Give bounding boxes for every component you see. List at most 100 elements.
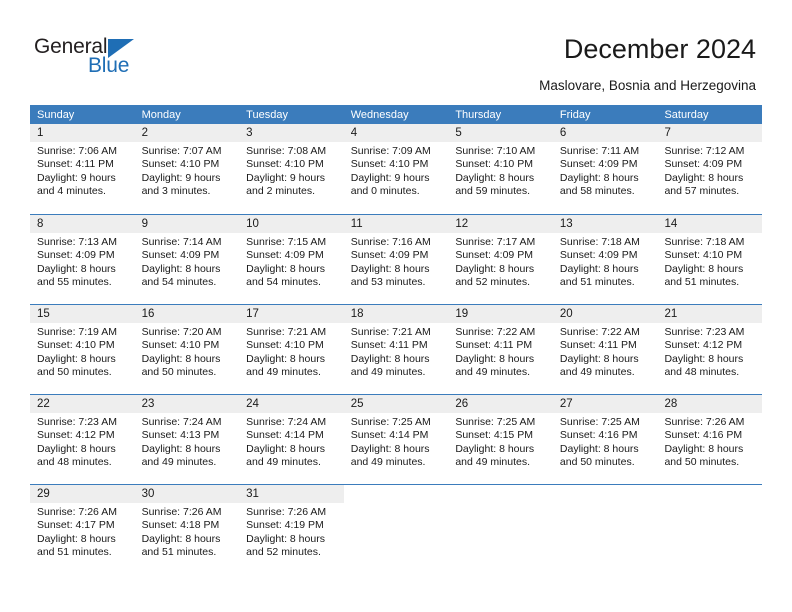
calendar-day-cell[interactable]: 10 Sunrise: 7:15 AM Sunset: 4:09 PM Dayligh… <box>239 215 344 304</box>
day-detail-line: and 55 minutes. <box>37 276 112 289</box>
calendar-day-cell[interactable]: 11 Sunrise: 7:16 AM Sunset: 4:09 PM Dayligh… <box>343 215 449 304</box>
day-details: Sunrise: 7:26 AM Sunset: 4:19 PM Daylight:… <box>239 503 344 560</box>
day-of-week-header-wednesday: Wednesday <box>350 109 409 121</box>
day-detail-line: Sunrise: 7:26 AM <box>37 506 117 518</box>
day-detail-line: and 53 minutes. <box>350 276 426 289</box>
day-of-week-header-sunday: Sunday <box>37 109 75 121</box>
calendar-day-cell[interactable]: 7 Sunrise: 7:12 AM Sunset: 4:09 PM Daylight… <box>657 124 763 214</box>
page-subtitle-location: Maslovare, Bosnia and Herzegovina <box>539 78 756 93</box>
day-number: 29 <box>30 485 135 503</box>
logo-text-blue: Blue <box>88 54 130 77</box>
day-detail-line: Sunset: 4:18 PM <box>141 519 220 532</box>
calendar-week-row: 29 Sunrise: 7:26 AM Sunset: 4:17 PM Dayligh… <box>30 484 763 574</box>
calendar-week-row: 15 Sunrise: 7:19 AM Sunset: 4:10 PM Dayligh… <box>30 304 763 394</box>
day-number: 19 <box>448 305 553 323</box>
day-detail-line: and 52 minutes. <box>246 546 321 559</box>
calendar-day-cell[interactable]: 28 Sunrise: 7:26 AM Sunset: 4:16 PM Dayligh… <box>657 395 763 484</box>
calendar-day-cell[interactable]: 8 Sunrise: 7:13 AM Sunset: 4:09 PM Daylight… <box>30 215 135 304</box>
day-detail-line: Sunset: 4:10 PM <box>664 249 743 262</box>
day-detail-line: Sunrise: 7:24 AM <box>246 416 327 428</box>
day-number: 7 <box>657 124 763 142</box>
day-details: Sunrise: 7:21 AM Sunset: 4:11 PM Daylight:… <box>344 323 449 380</box>
day-number: 8 <box>30 215 135 233</box>
calendar-day-cell[interactable]: 31 Sunrise: 7:26 AM Sunset: 4:19 PM Dayligh… <box>239 485 344 574</box>
day-detail-line: and 3 minutes. <box>141 185 211 198</box>
day-details <box>553 503 658 506</box>
day-number: 11 <box>343 215 449 233</box>
general-blue-logo: General Blue <box>34 36 214 84</box>
day-detail-line: Daylight: 8 hours <box>559 442 639 455</box>
day-number: 27 <box>552 395 658 413</box>
day-detail-line: and 4 minutes. <box>37 185 106 198</box>
day-number: 24 <box>239 395 344 413</box>
calendar-day-cell[interactable]: 20 Sunrise: 7:22 AM Sunset: 4:11 PM Dayligh… <box>552 305 658 394</box>
day-detail-line: and 51 minutes. <box>664 276 740 289</box>
day-number: 31 <box>239 485 344 503</box>
day-number: 17 <box>239 305 344 323</box>
day-detail-line: Sunrise: 7:26 AM <box>246 506 327 518</box>
page-header: General Blue December 2024 Maslovare, Bo… <box>0 0 792 100</box>
calendar-day-cell[interactable]: 26 Sunrise: 7:25 AM Sunset: 4:15 PM Dayligh… <box>448 395 553 484</box>
calendar-day-cell[interactable]: 25 Sunrise: 7:25 AM Sunset: 4:14 PM Dayligh… <box>343 395 449 484</box>
day-detail-line: and 59 minutes. <box>455 185 531 198</box>
calendar-day-cell[interactable]: 24 Sunrise: 7:24 AM Sunset: 4:14 PM Dayligh… <box>239 395 344 484</box>
day-detail-line: and 50 minutes. <box>664 456 740 469</box>
day-detail-line: Daylight: 8 hours <box>141 532 221 545</box>
calendar-day-cell[interactable]: 14 Sunrise: 7:18 AM Sunset: 4:10 PM Dayligh… <box>657 215 763 304</box>
day-number: 22 <box>30 395 135 413</box>
calendar-day-cell[interactable]: 12 Sunrise: 7:17 AM Sunset: 4:09 PM Dayligh… <box>448 215 553 304</box>
calendar-day-cell[interactable]: 30 Sunrise: 7:26 AM Sunset: 4:18 PM Dayligh… <box>134 485 240 574</box>
day-detail-line: Daylight: 8 hours <box>559 171 639 184</box>
day-detail-line: Daylight: 8 hours <box>664 171 744 184</box>
calendar-day-cell-empty <box>657 485 763 574</box>
calendar-day-cell[interactable]: 29 Sunrise: 7:26 AM Sunset: 4:17 PM Dayligh… <box>30 485 135 574</box>
day-details: Sunrise: 7:10 AM Sunset: 4:10 PM Daylight:… <box>448 142 553 199</box>
day-number: 16 <box>134 305 240 323</box>
calendar-day-cell[interactable]: 21 Sunrise: 7:23 AM Sunset: 4:12 PM Dayligh… <box>657 305 763 394</box>
calendar-day-cell[interactable]: 19 Sunrise: 7:22 AM Sunset: 4:11 PM Dayligh… <box>448 305 553 394</box>
day-detail-line: Daylight: 8 hours <box>246 262 325 275</box>
day-detail-line: Daylight: 8 hours <box>455 352 535 365</box>
day-detail-line: Sunrise: 7:26 AM <box>664 416 745 428</box>
calendar-day-cell[interactable]: 23 Sunrise: 7:24 AM Sunset: 4:13 PM Dayligh… <box>134 395 240 484</box>
day-detail-line: and 0 minutes. <box>350 185 420 198</box>
calendar-grid: Sunday Monday Tuesday Wednesday Thursday Frid… <box>30 105 763 574</box>
calendar-day-cell[interactable]: 16 Sunrise: 7:20 AM Sunset: 4:10 PM Dayligh… <box>134 305 240 394</box>
calendar-day-cell[interactable]: 22 Sunrise: 7:23 AM Sunset: 4:12 PM Dayligh… <box>30 395 135 484</box>
day-detail-line: and 51 minutes. <box>559 276 635 289</box>
day-detail-line: Sunset: 4:10 PM <box>141 339 220 352</box>
day-detail-line: Sunset: 4:10 PM <box>246 158 324 171</box>
day-detail-line: Daylight: 8 hours <box>246 442 325 455</box>
day-number: 20 <box>552 305 658 323</box>
calendar-day-cell[interactable]: 9 Sunrise: 7:14 AM Sunset: 4:09 PM Daylight… <box>134 215 240 304</box>
calendar-day-cell[interactable]: 4 Sunrise: 7:09 AM Sunset: 4:10 PM Daylight… <box>343 124 449 214</box>
day-number <box>657 485 762 503</box>
calendar-day-cell[interactable]: 6 Sunrise: 7:11 AM Sunset: 4:09 PM Daylight… <box>552 124 658 214</box>
day-detail-line: Daylight: 8 hours <box>455 171 535 184</box>
calendar-day-cell[interactable]: 5 Sunrise: 7:10 AM Sunset: 4:10 PM Daylight… <box>448 124 553 214</box>
day-detail-line: and 49 minutes. <box>141 456 217 469</box>
day-detail-line: and 50 minutes. <box>37 366 112 379</box>
day-number <box>448 485 553 503</box>
calendar-day-cell[interactable]: 17 Sunrise: 7:21 AM Sunset: 4:10 PM Dayligh… <box>239 305 344 394</box>
calendar-day-cell[interactable]: 2 Sunrise: 7:07 AM Sunset: 4:10 PM Daylight… <box>134 124 240 214</box>
day-number: 5 <box>448 124 553 142</box>
calendar-day-cell[interactable]: 13 Sunrise: 7:18 AM Sunset: 4:09 PM Dayligh… <box>552 215 658 304</box>
day-detail-line: Sunset: 4:09 PM <box>559 249 638 262</box>
calendar-day-cell[interactable]: 27 Sunrise: 7:25 AM Sunset: 4:16 PM Dayligh… <box>552 395 658 484</box>
day-detail-line: and 54 minutes. <box>141 276 217 289</box>
day-details: Sunrise: 7:21 AM Sunset: 4:10 PM Daylight:… <box>239 323 344 380</box>
day-details: Sunrise: 7:24 AM Sunset: 4:13 PM Daylight:… <box>135 413 240 470</box>
day-detail-line: Daylight: 9 hours <box>246 171 325 184</box>
day-detail-line: Daylight: 8 hours <box>559 352 639 365</box>
calendar-day-cell[interactable]: 1 Sunrise: 7:06 AM Sunset: 4:11 PM Daylight… <box>30 124 135 214</box>
day-detail-line: Sunset: 4:09 PM <box>455 249 533 262</box>
calendar-day-cell[interactable]: 15 Sunrise: 7:19 AM Sunset: 4:10 PM Dayligh… <box>30 305 135 394</box>
day-detail-line: Sunset: 4:14 PM <box>350 429 429 442</box>
calendar-page: General Blue December 2024 Maslovare, Bo… <box>0 0 792 612</box>
calendar-day-cell[interactable]: 3 Sunrise: 7:08 AM Sunset: 4:10 PM Daylight… <box>239 124 344 214</box>
day-detail-line: Sunrise: 7:10 AM <box>455 145 536 157</box>
calendar-day-cell[interactable]: 18 Sunrise: 7:21 AM Sunset: 4:11 PM Dayligh… <box>343 305 449 394</box>
day-details: Sunrise: 7:15 AM Sunset: 4:09 PM Daylight:… <box>239 233 344 290</box>
calendar-day-cell-empty <box>552 485 658 574</box>
